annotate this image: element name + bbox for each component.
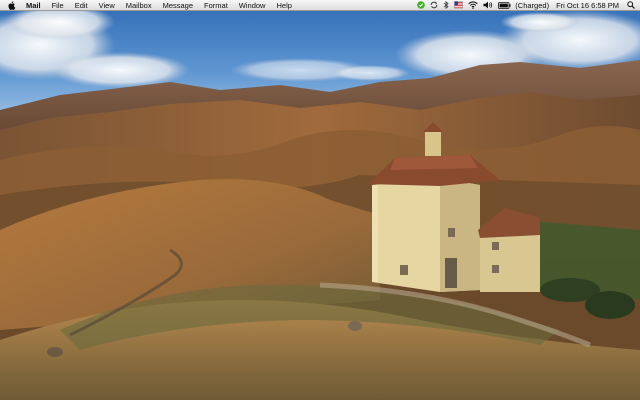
menu-file[interactable]: File <box>52 0 64 11</box>
menu-view[interactable]: View <box>99 0 115 11</box>
menu-edit[interactable]: Edit <box>75 0 88 11</box>
battery-icon[interactable] <box>498 0 511 11</box>
battery-status-text[interactable]: (Charged) <box>515 0 549 11</box>
menu-mailbox[interactable]: Mailbox <box>126 0 152 11</box>
menu-window[interactable]: Window <box>239 0 266 11</box>
menu-bar: Mail File Edit View Mailbox Message Form… <box>0 0 640 11</box>
menu-app-mail[interactable]: Mail <box>26 0 41 11</box>
volume-icon[interactable] <box>483 0 493 11</box>
flag-icon[interactable] <box>454 0 464 11</box>
sync-icon[interactable] <box>430 0 438 11</box>
menu-format[interactable]: Format <box>204 0 228 11</box>
apple-icon[interactable] <box>7 0 17 10</box>
bluetooth-icon[interactable] <box>443 0 449 11</box>
status-area: (Charged) Fri Oct 16 6:58 PM <box>412 0 635 11</box>
menu-help[interactable]: Help <box>276 0 291 11</box>
wifi-icon[interactable] <box>468 0 479 11</box>
spotlight-icon[interactable] <box>627 0 635 11</box>
desktop-wallpaper <box>0 0 640 400</box>
menu-bar-clock[interactable]: Fri Oct 16 6:58 PM <box>556 0 619 11</box>
menu-message[interactable]: Message <box>163 0 193 11</box>
skype-icon[interactable] <box>417 0 426 11</box>
